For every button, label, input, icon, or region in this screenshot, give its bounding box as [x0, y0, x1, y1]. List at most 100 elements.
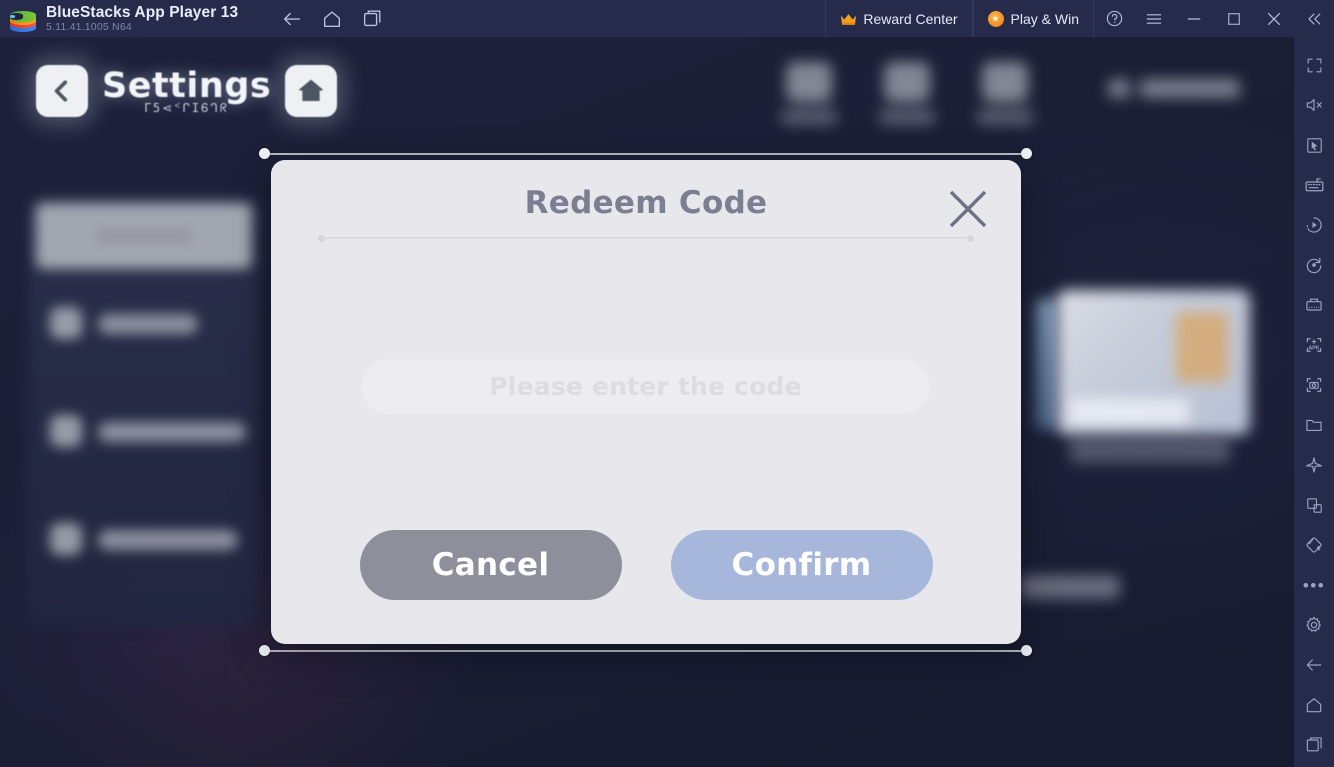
home-icon — [299, 79, 324, 102]
fullscreen-button[interactable] — [1294, 45, 1334, 85]
macro-play-icon — [1306, 217, 1322, 233]
game-top-icon-cluster — [780, 62, 1034, 132]
collapse-button[interactable] — [1294, 0, 1334, 37]
eco-mode-icon — [1305, 457, 1323, 473]
rotate-button[interactable] — [1294, 245, 1334, 285]
shake-icon — [1306, 537, 1322, 553]
keyboard-icon — [1305, 177, 1323, 191]
cursor-controls-button[interactable] — [1294, 125, 1334, 165]
game-preview-card-blurred — [1057, 290, 1250, 435]
modal-handle-top-right[interactable] — [1021, 148, 1032, 159]
home-icon — [1306, 698, 1322, 713]
gear-icon — [1306, 616, 1321, 632]
cancel-button[interactable]: Cancel — [359, 530, 622, 600]
screenshot-icon — [1306, 378, 1322, 392]
more-dots-icon: ••• — [1302, 575, 1326, 595]
help-button[interactable] — [1094, 0, 1134, 37]
window-controls — [1094, 0, 1334, 37]
panel-row-blurred — [50, 523, 250, 557]
macro-recorder-button[interactable] — [1294, 205, 1334, 245]
settings-title-runic: ᒥ5⋖ᑉᒋІᏮᒉᖇ — [144, 100, 229, 115]
game-top-icon — [878, 62, 936, 132]
play-and-win-label: Play & Win — [1010, 10, 1079, 27]
row-label-blurred — [98, 530, 238, 550]
right-toolbar: APK ••• — [1294, 37, 1334, 767]
app-version: 5.11.41.1005 N64 — [46, 20, 132, 33]
cursor-pointer-icon — [1306, 137, 1322, 153]
row-label-blurred — [98, 422, 246, 442]
multi-instance-button[interactable] — [1294, 285, 1334, 325]
android-back-button[interactable] — [280, 7, 304, 31]
modal-handle-bottom-right[interactable] — [1021, 645, 1032, 656]
game-card-strip-blurred — [1036, 299, 1058, 429]
game-top-icon — [976, 62, 1034, 132]
install-apk-button[interactable]: APK — [1294, 325, 1334, 365]
maximize-icon — [1228, 12, 1240, 25]
media-manager-button[interactable] — [1294, 405, 1334, 445]
row-icon-blurred — [50, 307, 82, 339]
star-badge-icon — [987, 10, 1004, 27]
svg-text:APK: APK — [1308, 346, 1319, 352]
confirm-button[interactable]: Confirm — [670, 530, 933, 600]
settings-title-text: Settings — [102, 65, 272, 106]
rotate-icon — [1306, 257, 1322, 274]
modal-frame-top-line — [265, 153, 1027, 155]
game-settings-panel — [28, 197, 260, 627]
dialog-close-button[interactable] — [945, 186, 991, 232]
screenshot-button[interactable] — [1294, 365, 1334, 405]
android-home-button[interactable] — [320, 7, 344, 31]
app-title: BlueStacks App Player 13 — [46, 3, 239, 21]
titlebar-nav-icons — [280, 7, 384, 31]
row-icon-blurred — [50, 415, 82, 447]
recents-icon — [1306, 737, 1322, 752]
collapse-chevrons-icon — [1308, 12, 1321, 25]
dialog-button-row: Cancel Confirm — [271, 530, 1021, 600]
install-apk-icon: APK — [1306, 338, 1322, 352]
minimize-button[interactable] — [1174, 0, 1214, 37]
modal-handle-bottom-left[interactable] — [259, 645, 270, 656]
reward-center-label: Reward Center — [863, 10, 958, 27]
mute-icon — [1306, 99, 1322, 111]
row-icon-blurred — [50, 523, 82, 555]
modal-handle-top-left[interactable] — [259, 148, 270, 159]
game-top-counter-blurred — [1108, 79, 1258, 119]
more-options-button[interactable]: ••• — [1294, 565, 1334, 605]
settings-button[interactable] — [1294, 605, 1334, 645]
close-icon — [1268, 12, 1280, 25]
game-settings-header: Settings ᒥ5⋖ᑉᒋІᏮᒉᖇ — [36, 65, 338, 117]
titlebar-text-block: BlueStacks App Player 13 5.11.41.1005 N6… — [46, 4, 238, 34]
panel-header-blurred — [36, 203, 252, 269]
play-and-win-button[interactable]: Play & Win — [972, 0, 1094, 37]
android-back-sidebar-button[interactable] — [1294, 645, 1334, 685]
redeem-code-dialog: Redeem Code Please enter the code Cancel… — [271, 160, 1021, 644]
game-settings-title: Settings ᒥ5⋖ᑉᒋІᏮᒉᖇ — [102, 65, 272, 115]
keyboard-controls-button[interactable] — [1294, 165, 1334, 205]
close-x-icon — [949, 190, 987, 228]
mute-button[interactable] — [1294, 85, 1334, 125]
reward-center-button[interactable]: Reward Center — [825, 0, 973, 37]
back-chevron-icon — [54, 80, 68, 102]
game-back-button[interactable] — [36, 65, 88, 117]
redeem-code-input[interactable]: Please enter the code — [360, 358, 931, 415]
shake-button[interactable] — [1294, 525, 1334, 565]
modal-frame-bottom-line — [265, 650, 1027, 652]
panel-row-blurred — [50, 415, 250, 449]
game-home-button[interactable] — [285, 65, 338, 117]
eco-mode-button[interactable] — [1294, 445, 1334, 485]
android-recents-button[interactable] — [360, 7, 384, 31]
redeem-code-placeholder: Please enter the code — [489, 372, 802, 401]
multi-instance-icon — [1306, 298, 1322, 311]
maximize-button[interactable] — [1214, 0, 1254, 37]
bluestacks-logo-icon — [10, 6, 36, 32]
clone-instance-button[interactable] — [1294, 485, 1334, 525]
home-icon — [324, 10, 341, 27]
menu-button[interactable] — [1134, 0, 1174, 37]
dialog-divider — [318, 234, 974, 242]
android-recents-sidebar-button[interactable] — [1294, 725, 1334, 765]
android-home-sidebar-button[interactable] — [1294, 685, 1334, 725]
help-icon — [1106, 10, 1122, 27]
hamburger-menu-icon — [1146, 13, 1162, 24]
dialog-title: Redeem Code — [524, 185, 768, 221]
folder-icon — [1306, 419, 1322, 431]
close-button[interactable] — [1254, 0, 1294, 37]
